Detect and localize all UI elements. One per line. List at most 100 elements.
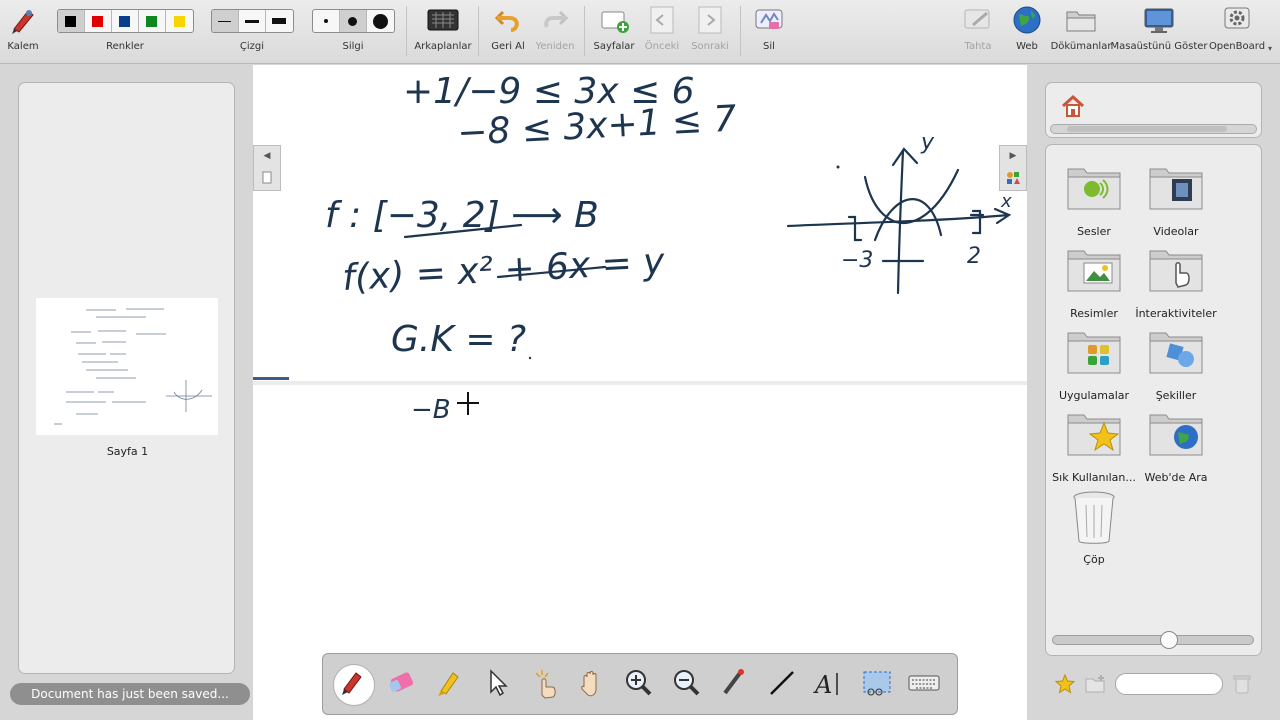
page-thumbnail[interactable] [36,298,218,435]
hand-tool-button[interactable] [571,664,613,706]
collapse-right-icon: ▶ [1009,150,1017,161]
trash-icon [1064,487,1124,551]
color-swatch-fill [119,15,130,27]
line-thin-option[interactable] [211,10,239,32]
line-tool-button[interactable] [761,664,803,706]
whiteboard-canvas[interactable]: +1/−9 ≤ 3x ≤ 6 −8 ≤ 3x+1 ≤ 7 f : [−3, 2]… [253,65,1027,720]
line-medium-option[interactable] [239,10,266,32]
library-item-label: Resimler [1070,307,1118,320]
page-stack-icon [262,171,272,183]
openboard-menu-button[interactable]: OpenBoard [1208,0,1266,64]
pen-icon [8,0,38,40]
zoom-out-tool-button[interactable] [666,664,708,706]
library-item[interactable]: Sesler [1053,159,1135,238]
handwriting-layer: +1/−9 ≤ 3x ≤ 6 −8 ≤ 3x+1 ≤ 7 f : [−3, 2]… [325,71,1012,425]
library-item-label: Uygulamalar [1058,389,1130,402]
gear-icon [1222,0,1252,40]
library-item[interactable]: Resimler [1053,241,1135,320]
undo-button[interactable]: Geri Al [488,0,528,64]
library-item[interactable]: Videolar [1135,159,1217,238]
library-item[interactable]: Sık Kullanılan... [1052,405,1136,484]
text-tool-icon: A [811,665,847,705]
ink-line-3: f : [−3, 2] ⟶ B [325,195,599,236]
library-item[interactable]: İnteraktiviteler [1135,241,1217,320]
pages-button[interactable]: Sayfalar [592,0,636,64]
pen-button[interactable]: Kalem [4,0,42,64]
page-label: Sayfa 1 [106,445,149,458]
line-width-selector[interactable] [210,9,294,33]
ink-line-6: −B [411,395,451,425]
erase-all-icon [754,0,784,40]
eraser-medium-option[interactable] [339,10,367,32]
home-icon[interactable] [1060,93,1086,123]
chevron-down-icon[interactable]: ▾ [1268,44,1272,53]
redo-button[interactable]: Yeniden [534,0,576,64]
shapes-folder-icon [1146,323,1206,387]
text-tool-button[interactable]: A [808,664,850,706]
library-item[interactable]: Şekiller [1135,323,1217,402]
library-scrollbar-thumb[interactable] [1067,126,1227,132]
previous-page-button[interactable]: Önceki [642,0,682,64]
eraser-small-option[interactable] [313,10,340,32]
interact-tool-icon [526,665,562,705]
eraser-size-group: Silgi [311,0,395,64]
thumbnail-size-slider[interactable] [1052,635,1254,645]
color-palette[interactable] [56,9,194,33]
library-item[interactable]: Çöp [1053,487,1135,566]
color-swatch-4[interactable] [139,10,166,32]
next-page-icon [697,0,723,40]
library-item-label: Web'de Ara [1144,471,1208,484]
selector-tool-button[interactable] [476,664,518,706]
library-item-label: Videolar [1153,225,1199,238]
library-panel-toggle[interactable]: ▶ [999,145,1027,191]
zoom-in-tool-icon [621,665,657,705]
svg-text:A: A [813,671,832,699]
pages-panel-toggle[interactable]: ◀ [253,145,281,191]
erase-all-button[interactable]: Sil [750,0,788,64]
library-item[interactable]: Web'de Ara [1135,405,1217,484]
library-item[interactable]: Uygulamalar [1053,323,1135,402]
desktop-icon [1143,0,1175,40]
highlighter-tool-icon [431,665,467,705]
show-desktop-button[interactable]: Masaüstünü Göster [1110,0,1208,64]
interactivities-folder-icon [1146,241,1206,305]
new-folder-icon[interactable] [1084,673,1108,699]
highlighter-tool-button[interactable] [428,664,470,706]
documents-button[interactable]: Dökümanlar [1051,0,1111,64]
capture-tool-button[interactable] [856,664,898,706]
laser-pointer-tool-icon [716,665,752,705]
web-search-folder-icon [1146,405,1206,469]
pen-tool-button[interactable] [333,664,375,706]
laser-pointer-tool-button[interactable] [713,664,755,706]
eraser-large-option[interactable] [367,10,394,32]
interact-tool-button[interactable] [523,664,565,706]
color-swatch-5[interactable] [166,10,193,32]
next-page-button[interactable]: Sonraki [690,0,730,64]
zoom-in-tool-button[interactable] [618,664,660,706]
videos-folder-icon [1146,159,1206,223]
add-page-icon [598,0,630,40]
backgrounds-button[interactable]: Arkaplanlar [414,0,472,64]
collapse-left-icon: ◀ [263,150,271,161]
color-swatch-3[interactable] [112,10,139,32]
color-swatch-fill [146,15,157,27]
delete-trash-icon[interactable] [1232,673,1252,699]
eraser-size-selector[interactable] [311,9,395,33]
library-item-label: Çöp [1083,553,1105,566]
graph-x-label: x [1000,191,1012,212]
capture-tool-icon [859,665,895,705]
toolbar-separator [584,6,585,56]
pen-tool-icon [336,665,372,705]
globe-icon [1012,0,1042,40]
board-mode-button[interactable]: Tahta [958,0,998,64]
thumbnail-size-slider-knob[interactable] [1160,631,1178,649]
color-swatch-2[interactable] [85,10,112,32]
web-button[interactable]: Web [1008,0,1046,64]
eraser-tool-button[interactable] [381,664,423,706]
line-thick-option[interactable] [266,10,293,32]
library-search-input[interactable] [1115,673,1223,695]
favorite-star-icon[interactable] [1054,673,1076,699]
keyboard-tool-button[interactable] [903,664,945,706]
color-swatch-1[interactable] [57,10,85,32]
library-scrollbar[interactable] [1050,124,1257,134]
